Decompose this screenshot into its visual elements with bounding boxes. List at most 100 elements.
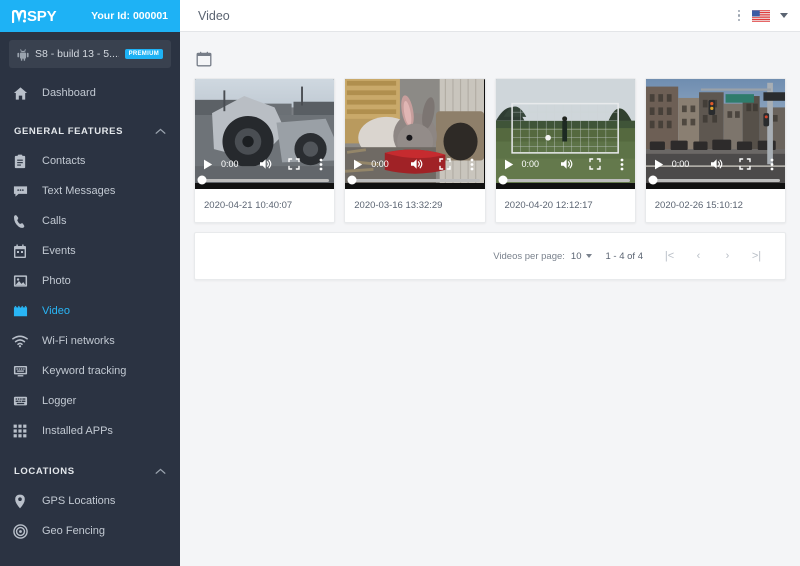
- video-player[interactable]: 0:00: [345, 79, 485, 189]
- top-bar: Video: [180, 0, 800, 32]
- seek-knob[interactable]: [197, 175, 207, 185]
- seek-bar[interactable]: [648, 175, 780, 185]
- device-name: S8 - build 13 - 5....: [35, 48, 119, 60]
- keyboard-icon: [12, 393, 28, 409]
- seek-track: [197, 175, 330, 185]
- video-card[interactable]: 0:00: [194, 78, 336, 223]
- wifi-icon: [12, 333, 28, 349]
- video-controls: 0:00: [646, 147, 785, 189]
- sidebar-item-text-messages[interactable]: Text Messages: [0, 176, 180, 206]
- sidebar-item-label: Logger: [42, 395, 77, 407]
- seek-bar[interactable]: [197, 175, 330, 185]
- video-time: 0:00: [221, 159, 239, 169]
- page-range-label: 1 - 4 of 4: [605, 250, 644, 262]
- sidebar-section-locations[interactable]: LOCATIONS: [0, 456, 180, 486]
- video-card[interactable]: 0:00: [344, 78, 486, 223]
- sidebar-item-events[interactable]: Events: [0, 236, 180, 266]
- per-page-value: 10: [570, 250, 582, 262]
- seek-knob[interactable]: [347, 175, 357, 185]
- kebab-menu-icon[interactable]: [764, 156, 780, 172]
- first-page-button[interactable]: |<: [655, 242, 684, 271]
- play-icon[interactable]: [350, 156, 366, 172]
- video-icon: [12, 303, 28, 319]
- main-area: Video 0:00 2020-04-21 10:40:07 0:00 2020…: [180, 0, 800, 566]
- volume-icon[interactable]: [559, 156, 575, 172]
- sidebar-item-label: Keyword tracking: [42, 365, 127, 377]
- last-page-button[interactable]: >|: [742, 242, 771, 271]
- play-icon[interactable]: [501, 156, 517, 172]
- volume-icon[interactable]: [409, 156, 425, 172]
- keyword-icon: [12, 363, 28, 379]
- fullscreen-icon[interactable]: [737, 156, 753, 172]
- sidebar-item-label: Photo: [42, 275, 71, 287]
- prev-page-button[interactable]: ‹: [684, 242, 713, 271]
- sidebar-section-social-networks[interactable]: SOCIAL NETWORKS: [0, 556, 180, 566]
- video-player[interactable]: 0:00: [195, 79, 335, 189]
- video-time: 0:00: [521, 159, 540, 169]
- seek-bar[interactable]: [347, 175, 480, 185]
- logo-m-icon: [12, 9, 26, 23]
- sidebar-item-keyword-tracking[interactable]: Keyword tracking: [0, 356, 180, 386]
- video-card[interactable]: 0:00: [494, 78, 636, 223]
- per-page-select[interactable]: 10: [571, 251, 592, 262]
- sidebar-item-gps-locations[interactable]: GPS Locations: [0, 486, 180, 516]
- kebab-menu-icon[interactable]: [736, 8, 743, 24]
- fullscreen-icon[interactable]: [437, 156, 453, 172]
- video-player[interactable]: 0:00: [645, 79, 785, 189]
- chevron-up-icon: [155, 122, 166, 140]
- chevron-up-icon: [155, 462, 166, 480]
- fullscreen-icon[interactable]: [286, 156, 302, 172]
- sidebar-item-geo-fencing[interactable]: Geo Fencing: [0, 516, 180, 546]
- top-bar-actions: [736, 8, 788, 24]
- apps-grid-icon: [12, 423, 28, 439]
- seek-track: [648, 175, 780, 185]
- sidebar-section-general-features[interactable]: GENERAL FEATURES: [0, 116, 180, 146]
- video-player[interactable]: 0:00: [495, 79, 635, 189]
- sidebar-item-label: Contacts: [42, 155, 86, 167]
- seek-knob[interactable]: [648, 175, 658, 185]
- per-page-label: Videos per page:: [493, 250, 565, 262]
- sidebar-item-logger[interactable]: Logger: [0, 386, 180, 416]
- sidebar-item-photo[interactable]: Photo: [0, 266, 180, 296]
- app-root: SPY Your Id: 000001 S8 - build 13 - 5...…: [0, 0, 800, 566]
- seek-knob[interactable]: [498, 175, 507, 185]
- video-controls: 0:00: [345, 147, 484, 189]
- video-control-row: 0:00: [501, 154, 630, 174]
- home-icon: [12, 85, 28, 101]
- sidebar-item-label: Video: [42, 305, 70, 317]
- kebab-menu-icon[interactable]: [464, 156, 480, 172]
- section-title: GENERAL FEATURES: [14, 125, 124, 137]
- us-flag-icon[interactable]: [752, 9, 770, 22]
- device-selector[interactable]: S8 - build 13 - 5.... PREMIUM: [9, 40, 171, 68]
- seek-bar[interactable]: [498, 175, 630, 185]
- logo-text: SPY: [27, 7, 57, 25]
- caret-down-icon[interactable]: [780, 13, 788, 18]
- content-area: 0:00 2020-04-21 10:40:07 0:00 2020-03-16…: [180, 32, 800, 566]
- video-card[interactable]: 0:00: [644, 78, 786, 223]
- message-icon: [12, 183, 28, 199]
- play-icon[interactable]: [200, 156, 216, 172]
- calendar-icon[interactable]: [196, 51, 212, 67]
- sidebar-item-video[interactable]: Video: [0, 296, 180, 326]
- volume-icon[interactable]: [709, 156, 725, 172]
- sidebar-item-installed-apps[interactable]: Installed APPs: [0, 416, 180, 446]
- sidebar-item-label: Events: [42, 245, 76, 257]
- volume-icon[interactable]: [258, 156, 274, 172]
- sidebar-item-dashboard[interactable]: Dashboard: [0, 78, 180, 108]
- sidebar-item-label: GPS Locations: [42, 495, 116, 507]
- kebab-menu-icon[interactable]: [614, 156, 630, 172]
- sidebar-item-wifi-networks[interactable]: Wi-Fi networks: [0, 326, 180, 356]
- brand-bar: SPY Your Id: 000001: [0, 0, 180, 32]
- kebab-menu-icon[interactable]: [313, 156, 329, 172]
- kebab-dot: [737, 14, 740, 17]
- sidebar: SPY Your Id: 000001 S8 - build 13 - 5...…: [0, 0, 180, 566]
- sidebar-item-calls[interactable]: Calls: [0, 206, 180, 236]
- next-page-button[interactable]: ›: [713, 242, 742, 271]
- fullscreen-icon[interactable]: [587, 156, 603, 172]
- sidebar-item-label: Dashboard: [42, 87, 96, 99]
- sidebar-item-label: Installed APPs: [42, 425, 113, 437]
- sidebar-item-contacts[interactable]: Contacts: [0, 146, 180, 176]
- logo[interactable]: SPY: [12, 7, 57, 25]
- play-icon[interactable]: [651, 156, 667, 172]
- calendar-icon: [12, 243, 28, 259]
